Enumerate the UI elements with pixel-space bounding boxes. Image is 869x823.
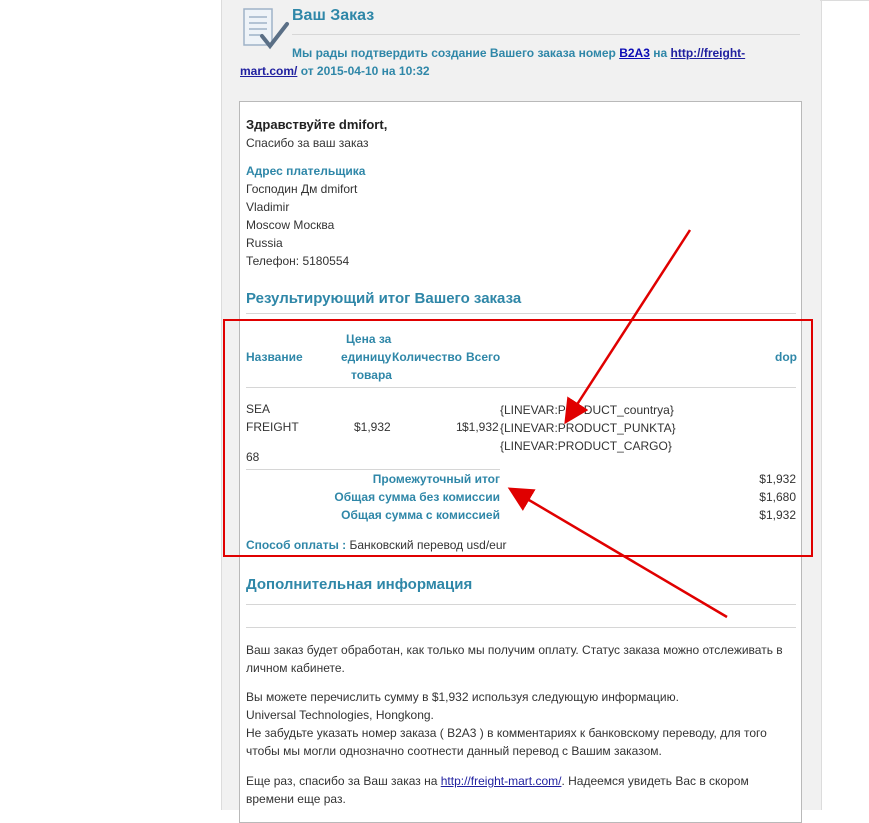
arrow-to-totals	[507, 487, 728, 619]
arrow-to-linevar	[564, 229, 692, 425]
annotation-arrows	[507, 229, 728, 619]
